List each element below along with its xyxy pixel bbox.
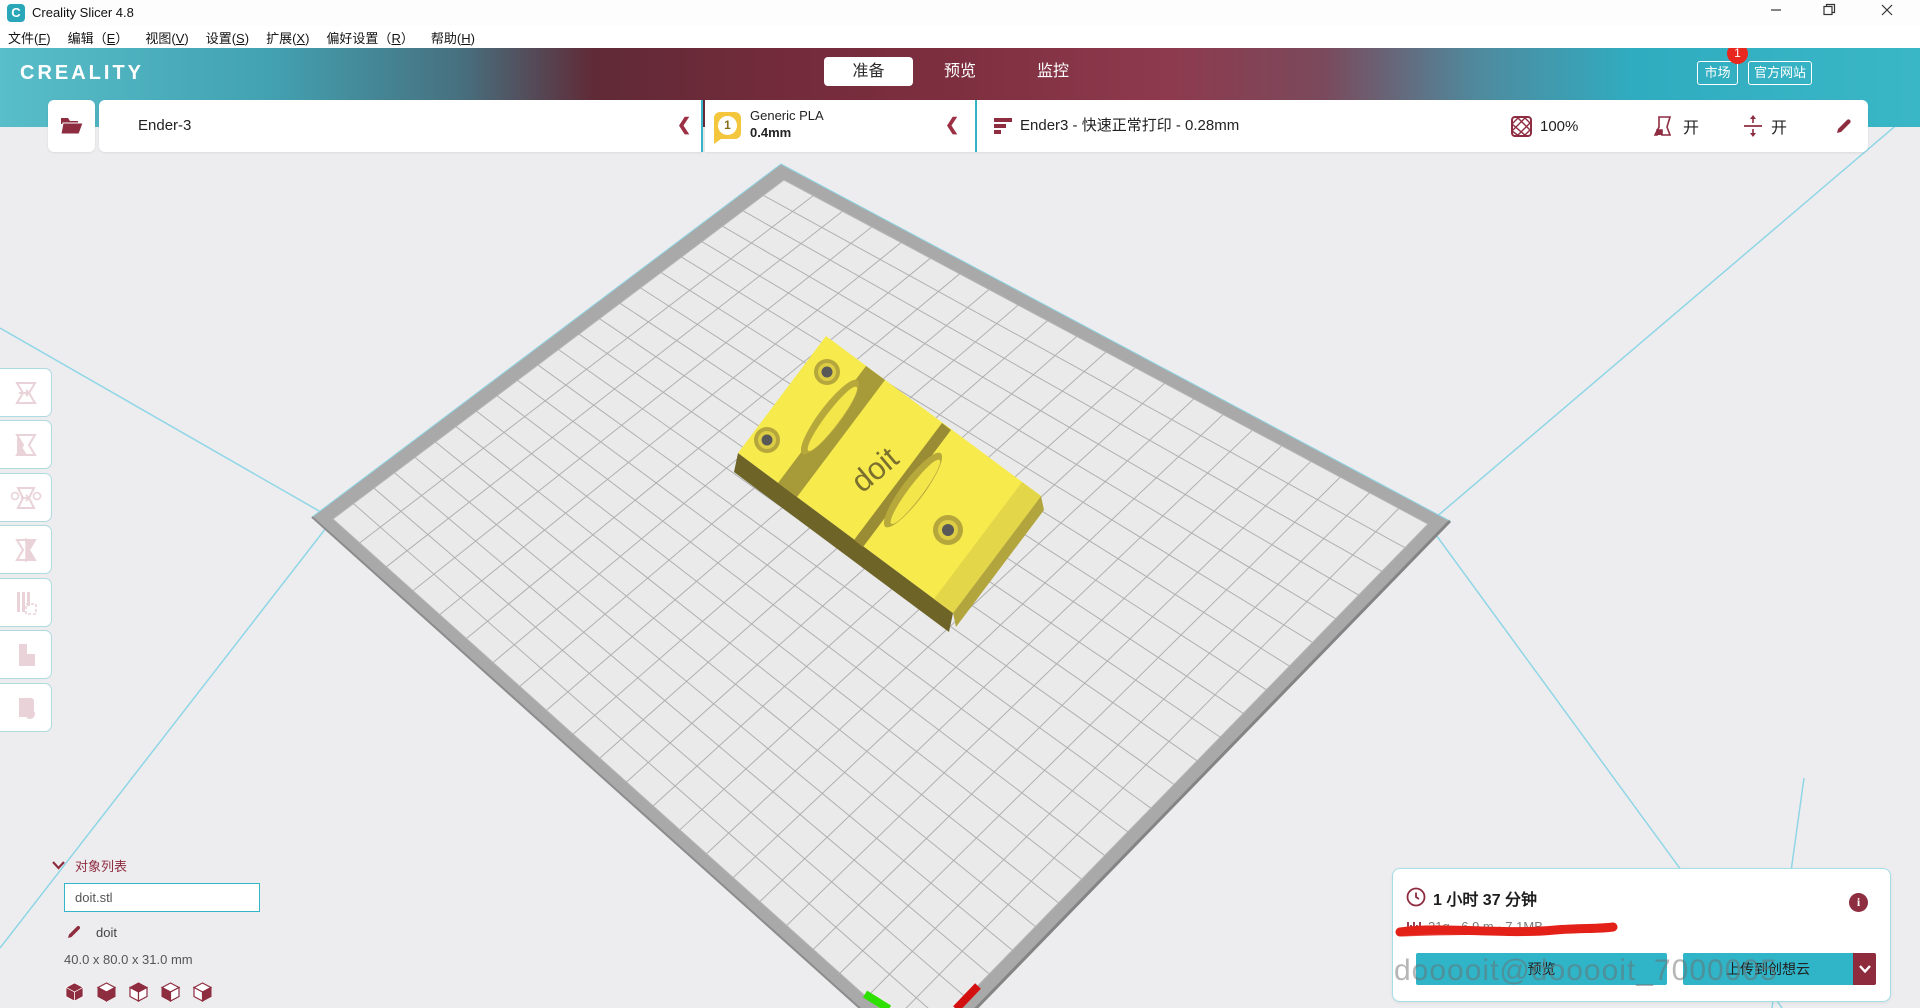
chevron-left-icon: ❮ <box>677 115 692 134</box>
close-button[interactable] <box>1865 0 1909 26</box>
edit-settings-button[interactable] <box>1834 100 1853 152</box>
support-icon <box>1653 115 1675 137</box>
material-selector[interactable]: 1 Generic PLA 0.4mm ❮ <box>705 100 977 152</box>
official-website-button[interactable]: 官方网站 <box>1748 61 1812 85</box>
open-file-button[interactable] <box>48 100 95 152</box>
infill-icon <box>1511 115 1532 137</box>
material-name: Generic PLA <box>750 108 824 123</box>
view-front-button[interactable] <box>96 982 117 1002</box>
menu-edit[interactable]: 编辑（E） <box>68 28 129 47</box>
scale-tool-button[interactable] <box>0 420 52 469</box>
object-name: doit <box>96 924 117 940</box>
profile-bars-icon <box>994 117 1014 135</box>
print-settings-panel[interactable]: Ender3 - 快速正常打印 - 0.28mm 100% 开 开 <box>977 100 1868 152</box>
menu-file[interactable]: 文件(F) <box>8 28 51 47</box>
model-hole <box>814 359 840 385</box>
market-button[interactable]: 市场 <box>1697 61 1738 85</box>
red-scribble-annotation <box>1395 922 1618 937</box>
minimize-button[interactable] <box>1754 0 1798 26</box>
support-blocker-tool-button[interactable] <box>0 630 52 679</box>
support-value: 开 <box>1683 120 1700 137</box>
print-time: 1 小时 37 分钟 <box>1433 892 1538 909</box>
tab-monitor[interactable]: 监控 <box>1029 57 1077 86</box>
model-hole <box>933 515 963 545</box>
adhesion-icon <box>1743 114 1763 138</box>
move-tool-button[interactable] <box>0 368 52 417</box>
restore-button[interactable] <box>1807 0 1851 26</box>
pencil-icon <box>66 924 82 940</box>
rotate-tool-button[interactable] <box>0 473 52 522</box>
object-list-header[interactable]: 对象列表 <box>52 856 127 875</box>
object-list-title: 对象列表 <box>75 859 128 874</box>
adhesion-value: 开 <box>1771 120 1788 137</box>
menu-settings[interactable]: 设置(S) <box>206 28 249 47</box>
infill-setting[interactable]: 100% <box>1511 100 1578 152</box>
clock-icon <box>1406 887 1426 907</box>
title-bar: C Creality Slicer 4.8 <box>0 0 1920 26</box>
info-icon[interactable]: i <box>1849 893 1868 912</box>
view-right-button[interactable] <box>192 982 213 1002</box>
view-orientation-buttons <box>64 982 213 1002</box>
model-hole <box>754 427 780 453</box>
view-top-button[interactable] <box>128 982 149 1002</box>
per-model-settings-tool-button[interactable] <box>0 578 52 627</box>
account-watermark: dooooit@dooooit_7000005 <box>1394 954 1778 987</box>
menu-extensions[interactable]: 扩展(X) <box>266 28 309 47</box>
view-3d-button[interactable] <box>64 982 85 1002</box>
object-filename-input[interactable] <box>64 883 260 912</box>
mirror-tool-button[interactable] <box>0 525 52 574</box>
upload-dropdown-button[interactable] <box>1853 953 1876 985</box>
chevron-down-icon <box>52 861 65 870</box>
printer-name: Ender-3 <box>138 117 192 134</box>
adhesion-setting[interactable]: 开 <box>1743 100 1787 152</box>
chevron-left-icon: ❮ <box>945 115 960 134</box>
chevron-down-icon <box>1858 965 1871 973</box>
support-setting[interactable]: 开 <box>1653 100 1699 152</box>
mesh-type-tool-button[interactable] <box>0 683 52 732</box>
object-list-item[interactable]: doit <box>66 924 117 940</box>
infill-value: 100% <box>1540 117 1579 135</box>
view-left-button[interactable] <box>160 982 181 1002</box>
menu-help[interactable]: 帮助(H) <box>431 28 475 47</box>
pencil-icon <box>1834 117 1853 136</box>
folder-icon <box>59 115 85 137</box>
app-title: Creality Slicer 4.8 <box>32 5 134 20</box>
menu-view[interactable]: 视图(V) <box>145 28 188 47</box>
printer-selector[interactable]: Ender-3 ❮ <box>99 100 703 152</box>
tab-preview[interactable]: 预览 <box>936 57 984 86</box>
print-profile-label: Ender3 - 快速正常打印 - 0.28mm <box>1020 117 1240 134</box>
nozzle-size: 0.4mm <box>750 125 792 140</box>
creality-logo: CREALITY <box>20 62 144 84</box>
app-logo-icon: C <box>7 4 25 22</box>
object-dimensions: 40.0 x 80.0 x 31.0 mm <box>64 952 193 967</box>
tab-prepare[interactable]: 准备 <box>824 57 913 86</box>
material-badge-icon: 1 <box>714 112 741 144</box>
menu-bar: 文件(F) 编辑（E） 视图(V) 设置(S) 扩展(X) 偏好设置（R） 帮助… <box>0 26 1920 48</box>
menu-preferences[interactable]: 偏好设置（R） <box>326 28 413 47</box>
